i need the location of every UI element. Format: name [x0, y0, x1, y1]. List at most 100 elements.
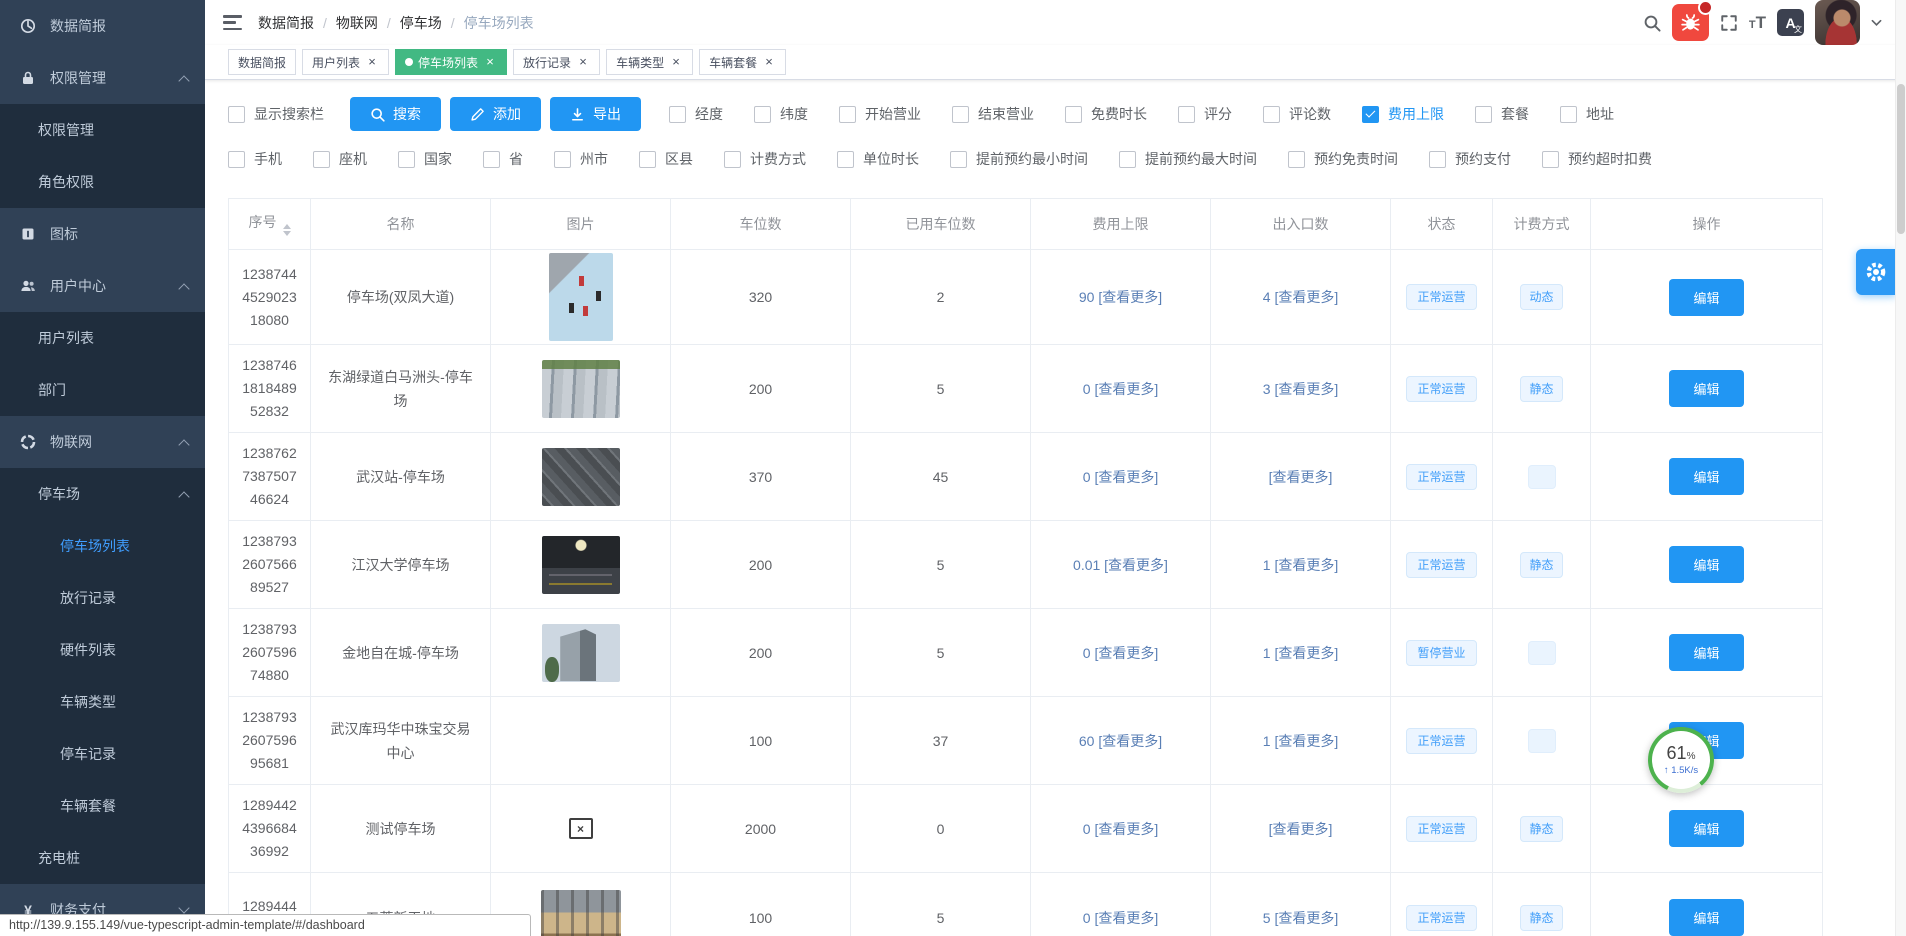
search-button[interactable]: 搜索 — [350, 97, 441, 131]
tab-user-list[interactable]: 用户列表 × — [302, 49, 389, 75]
fee-limit-view-more-link[interactable]: 0.01 [查看更多] — [1073, 557, 1168, 573]
edit-button[interactable]: 编辑 — [1669, 810, 1743, 847]
column-header[interactable]: 计费方式 — [1493, 199, 1591, 250]
filter-checkbox[interactable]: 国家 — [398, 149, 452, 169]
tab-vehicle-types[interactable]: 车辆类型 × — [606, 49, 693, 75]
thumbnail-image[interactable] — [541, 890, 621, 936]
column-header[interactable]: 出入口数 — [1211, 199, 1391, 250]
sidebar-item-parking-records[interactable]: 停车记录 — [0, 728, 205, 780]
settings-gear-button[interactable] — [1856, 249, 1896, 295]
column-header[interactable]: 状态 — [1391, 199, 1493, 250]
sidebar-item-vehicle-types[interactable]: 车辆类型 — [0, 676, 205, 728]
filter-checkbox[interactable]: 预约支付 — [1429, 149, 1511, 169]
tab-parking-list[interactable]: 停车场列表 × — [395, 49, 507, 75]
filter-checkbox[interactable]: 费用上限 — [1362, 104, 1444, 124]
show-search-checkbox[interactable]: 显示搜索栏 — [228, 104, 324, 124]
gates-view-more-link[interactable]: 5 [查看更多] — [1263, 910, 1338, 926]
gates-view-more-link[interactable]: 1 [查看更多] — [1263, 557, 1338, 573]
sidebar-item-user-center[interactable]: 用户中心 — [0, 260, 205, 312]
column-header[interactable]: 图片 — [491, 199, 671, 250]
breadcrumb-item[interactable]: 数据简报 — [258, 13, 314, 33]
filter-checkbox[interactable]: 套餐 — [1475, 104, 1529, 124]
filter-checkbox[interactable]: 手机 — [228, 149, 282, 169]
sort-carets[interactable] — [283, 224, 291, 236]
sidebar-item-permission-management[interactable]: 权限管理 — [0, 104, 205, 156]
sidebar-item-vehicle-packages[interactable]: 车辆套餐 — [0, 780, 205, 832]
download-speed-widget[interactable]: 61% ↑ 1.5K/s — [1648, 727, 1714, 793]
translate-icon[interactable]: A文 — [1777, 9, 1804, 36]
column-header[interactable]: 序号 — [229, 199, 311, 250]
thumbnail-image[interactable] — [542, 360, 620, 418]
sidebar-item-parking-list[interactable]: 停车场列表 — [0, 520, 205, 572]
sidebar-item-role-permissions[interactable]: 角色权限 — [0, 156, 205, 208]
gates-view-more-link[interactable]: [查看更多] — [1269, 821, 1333, 837]
close-icon[interactable]: × — [669, 55, 683, 69]
column-header[interactable]: 名称 — [311, 199, 491, 250]
gates-view-more-link[interactable]: [查看更多] — [1269, 469, 1333, 485]
breadcrumb-item[interactable]: 物联网 — [314, 13, 378, 33]
filter-checkbox[interactable]: 省 — [483, 149, 523, 169]
sidebar-item-hardware-list[interactable]: 硬件列表 — [0, 624, 205, 676]
chevron-down-icon[interactable] — [1871, 19, 1882, 27]
filter-checkbox[interactable]: 评论数 — [1263, 104, 1331, 124]
edit-button[interactable]: 编辑 — [1669, 899, 1743, 936]
filter-checkbox[interactable]: 预约免责时间 — [1288, 149, 1398, 169]
sidebar-item-user-list[interactable]: 用户列表 — [0, 312, 205, 364]
breadcrumb-item[interactable]: 停车场 — [378, 13, 442, 33]
hamburger-menu-icon[interactable] — [223, 15, 242, 30]
export-button[interactable]: 导出 — [550, 97, 641, 131]
filter-checkbox[interactable]: 计费方式 — [724, 149, 806, 169]
fee-limit-view-more-link[interactable]: 90 [查看更多] — [1079, 289, 1162, 305]
sidebar-item-parking[interactable]: 停车场 — [0, 468, 205, 520]
sidebar-item-departments[interactable]: 部门 — [0, 364, 205, 416]
column-header[interactable]: 费用上限 — [1031, 199, 1211, 250]
scrollbar[interactable] — [1895, 0, 1906, 936]
column-header[interactable]: 已用车位数 — [851, 199, 1031, 250]
filter-checkbox[interactable]: 开始营业 — [839, 104, 921, 124]
thumbnail-image[interactable] — [542, 448, 620, 506]
thumbnail-image[interactable] — [569, 818, 593, 839]
fee-limit-view-more-link[interactable]: 0 [查看更多] — [1083, 381, 1158, 397]
tab-vehicle-packages[interactable]: 车辆套餐 × — [699, 49, 786, 75]
edit-button[interactable]: 编辑 — [1669, 370, 1743, 407]
filter-checkbox[interactable]: 提前预约最小时间 — [950, 149, 1088, 169]
filter-checkbox[interactable]: 评分 — [1178, 104, 1232, 124]
filter-checkbox[interactable]: 结束营业 — [952, 104, 1034, 124]
close-icon[interactable]: × — [483, 55, 497, 69]
gates-view-more-link[interactable]: 1 [查看更多] — [1263, 645, 1338, 661]
column-header[interactable]: 车位数 — [671, 199, 851, 250]
filter-checkbox[interactable]: 区县 — [639, 149, 693, 169]
tab-pass-records[interactable]: 放行记录 × — [513, 49, 600, 75]
fee-limit-view-more-link[interactable]: 0 [查看更多] — [1083, 821, 1158, 837]
filter-checkbox[interactable]: 州市 — [554, 149, 608, 169]
gates-view-more-link[interactable]: 1 [查看更多] — [1263, 733, 1338, 749]
avatar[interactable] — [1815, 0, 1860, 45]
thumbnail-image[interactable] — [542, 624, 620, 682]
close-icon[interactable]: × — [365, 55, 379, 69]
filter-checkbox[interactable]: 纬度 — [754, 104, 808, 124]
add-button[interactable]: 添加 — [450, 97, 541, 131]
filter-checkbox[interactable]: 提前预约最大时间 — [1119, 149, 1257, 169]
sidebar-item-charging-piles[interactable]: 充电桩 — [0, 832, 205, 884]
sidebar-item-pass-records[interactable]: 放行记录 — [0, 572, 205, 624]
edit-button[interactable]: 编辑 — [1669, 546, 1743, 583]
fullscreen-icon[interactable] — [1720, 14, 1738, 32]
error-log-button[interactable] — [1672, 4, 1709, 41]
filter-checkbox[interactable]: 座机 — [313, 149, 367, 169]
edit-button[interactable]: 编辑 — [1669, 458, 1743, 495]
fee-limit-view-more-link[interactable]: 60 [查看更多] — [1079, 733, 1162, 749]
filter-checkbox[interactable]: 经度 — [669, 104, 723, 124]
column-header[interactable]: 操作 — [1591, 199, 1823, 250]
filter-checkbox[interactable]: 免费时长 — [1065, 104, 1147, 124]
sidebar-item-dashboard[interactable]: 数据简报 — [0, 0, 205, 52]
tab-dashboard[interactable]: 数据简报 — [228, 49, 296, 75]
close-icon[interactable]: × — [576, 55, 590, 69]
font-size-icon[interactable]: TT — [1749, 14, 1766, 31]
edit-button[interactable]: 编辑 — [1669, 279, 1743, 316]
scrollbar-thumb[interactable] — [1897, 84, 1905, 234]
filter-checkbox[interactable]: 预约超时扣费 — [1542, 149, 1652, 169]
search-icon[interactable] — [1643, 14, 1661, 32]
filter-checkbox[interactable]: 地址 — [1560, 104, 1614, 124]
fee-limit-view-more-link[interactable]: 0 [查看更多] — [1083, 469, 1158, 485]
close-icon[interactable]: × — [762, 55, 776, 69]
